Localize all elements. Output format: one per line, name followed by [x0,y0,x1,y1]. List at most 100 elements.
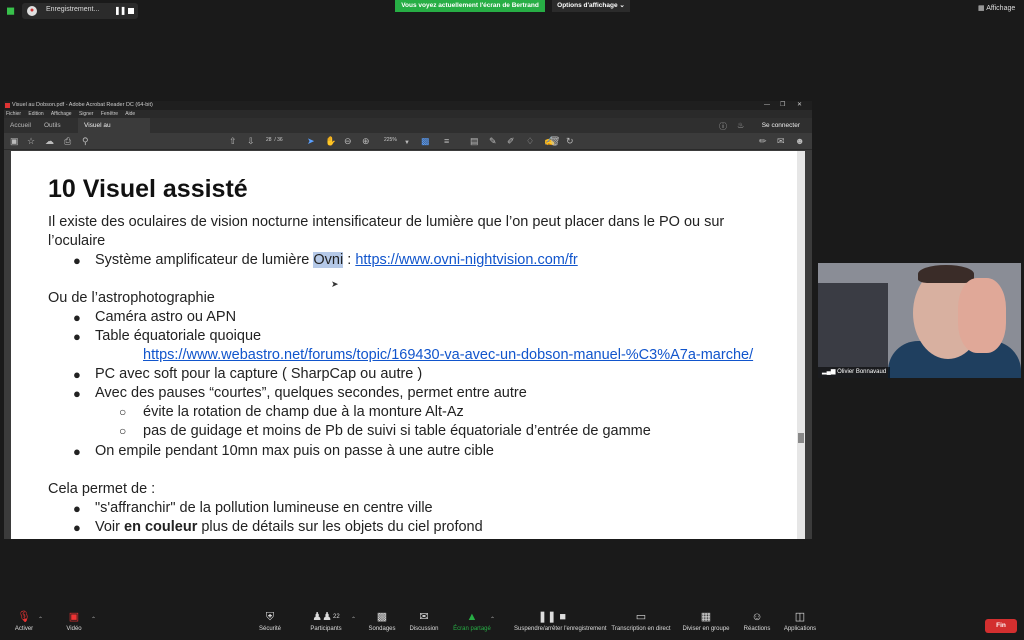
bullet-1-text: Système amplificateur de lumière [95,252,314,268]
right-panel-toggle[interactable] [805,151,812,539]
pause-stop-recording-button[interactable]: ❚❚ ■ Suspendre/arrêter l'enregistrement [514,606,607,634]
end-meeting-button[interactable]: Fin [985,619,1017,633]
menu-file[interactable]: Fichier [6,111,21,117]
print-icon[interactable]: ⎙ [64,136,71,146]
stamp-icon[interactable]: ♢ [526,136,534,146]
bullet-icon: ● [73,253,81,268]
highlighted-text: Ovni [313,252,344,268]
tab-document[interactable]: Visuel au Dobson.p... × [78,118,150,144]
zoom-in-icon[interactable]: ⊕ [362,136,370,146]
tab-tools[interactable]: Outils [38,118,67,133]
stop-recording-icon[interactable] [128,8,134,14]
view-options-button[interactable]: Options d'affichage ⌄ [552,0,630,12]
help-icon[interactable]: ⓘ [719,121,727,132]
list-item-5: Avec des pauses “courtes”, quelques seco… [95,385,527,401]
bookmark-star-icon[interactable]: ☆ [27,136,35,146]
save-icon[interactable]: ▣ [10,136,19,146]
result-heading: Cela permet de : [48,481,156,497]
security-button[interactable]: ⛨ Sécurité [240,606,300,634]
video-label: Vidéo [66,626,82,632]
trash-icon[interactable]: 🗑 [549,136,560,146]
notification-bell-icon[interactable]: ♨ [737,121,744,130]
account-icon[interactable]: ☻ [795,136,804,146]
view-button-label: Affichage [986,5,1016,12]
rotate-icon[interactable]: ↻ [566,136,574,146]
zoom-level[interactable]: 225% [384,137,397,143]
menu-window[interactable]: Fenêtre [101,111,118,117]
participants-label: Participants [310,626,342,632]
scrollbar-thumb[interactable] [798,433,804,443]
result-2-prefix: Voir [95,519,125,535]
menu-view[interactable]: Affichage [51,111,72,117]
video-chair [818,283,888,378]
result-2-bold: en couleur [124,519,198,535]
list-item-6: On empile pendant 10mn max puis on passe… [95,443,494,459]
bullet-icon: ● [73,329,81,344]
participants-count: 22 [333,614,340,620]
menu-sign[interactable]: Signer [79,111,93,117]
find-icon[interactable]: ⚲ [82,136,89,146]
list-item-2: Caméra astro ou APN [95,309,237,325]
minimize-icon[interactable]: — [764,101,770,110]
menu-help[interactable]: Aide [125,111,135,117]
share-banner: Vous voyez actuellement l'écran de Bertr… [395,0,545,12]
cc-icon: ▭ [635,611,647,623]
page-current[interactable]: 28 [266,137,272,143]
sub-bullet-icon: ○ [119,405,127,419]
page-title: 10 Visuel assisté [48,175,248,203]
sign-in-button[interactable]: Se connecter [762,118,800,133]
list-item-3: Table équatoriale quoique [95,328,262,344]
next-page-icon[interactable]: ⇩ [247,136,255,146]
bullet-icon: ● [73,367,81,382]
bullet-icon: ● [73,386,81,401]
participant-name: Olivier Bonnavaud [837,369,887,375]
window-title: Visuel au Dobson.pdf - Adobe Acrobat Rea… [12,102,153,108]
email-icon[interactable]: ✉ [777,136,785,146]
sub-bullet-icon: ○ [119,424,127,438]
live-transcript-button[interactable]: ▭ Transcription en direct [611,606,671,634]
result-item-1: "s'affranchir" de la pollution lumineuse… [95,500,433,516]
audio-options-icon[interactable]: ⌃ [38,616,43,623]
vertical-scrollbar[interactable] [797,151,805,539]
pause-recording-icon[interactable]: ❚❚ [114,6,126,15]
share-options-icon[interactable]: ⌃ [490,616,495,623]
select-cursor-icon[interactable]: ➤ [307,136,315,146]
recording-indicator: ● Enregistrement... ❚❚ [22,3,138,19]
ovni-link[interactable]: https://www.ovni-nightvision.com/fr [355,252,577,268]
participants-icon: ♟♟22 [312,611,340,623]
scroll-mode-icon[interactable]: ≡ [444,136,449,146]
comment-icon[interactable]: ▤ [470,136,479,146]
apps-button[interactable]: ◫ Applications [770,606,830,634]
astro-heading: Ou de l’astrophotographie [48,290,215,306]
close-icon[interactable]: ✕ [797,101,802,110]
draw-icon[interactable]: ✐ [507,136,515,146]
tab-bar: Accueil Outils Visuel au Dobson.p... × ⓘ… [4,118,812,144]
page-indicator[interactable]: 28 / 36 [266,137,283,143]
tab-home[interactable]: Accueil [4,118,37,133]
webastro-link[interactable]: https://www.webastro.net/forums/topic/16… [143,347,753,363]
video-options-icon[interactable]: ⌃ [91,616,96,623]
record-icon: ● [27,6,37,16]
bullet-icon: ● [73,310,81,325]
zoom-dropdown-icon[interactable]: ▼ [404,138,410,148]
hand-tool-icon[interactable]: ✋ [325,136,336,146]
transcript-label: Transcription en direct [611,626,671,632]
page-total: / 36 [274,137,283,143]
upload-icon[interactable]: ☁ [45,136,54,146]
maximize-icon[interactable]: ❐ [780,101,785,110]
view-button[interactable]: ▦ Affichage [978,4,1015,12]
prev-page-icon[interactable]: ⇧ [229,136,237,146]
left-panel-toggle[interactable] [4,151,11,539]
shield-icon[interactable]: ◼ [6,5,16,17]
apps-icon: ◫ [794,611,806,623]
menu-edit[interactable]: Edition [28,111,43,117]
participant-video[interactable]: ▂▄▆ Olivier Bonnavaud [818,263,1021,378]
participants-button[interactable]: ♟♟22 Participants [296,606,356,634]
bullet-icon: ● [73,501,81,516]
zoom-out-icon[interactable]: ⊖ [344,136,352,146]
list-item-4: PC avec soft pour la capture ( SharpCap … [95,366,423,382]
pause-stop-icon: ❚❚ ■ [537,611,567,623]
fit-page-icon[interactable]: ▩ [421,136,430,146]
fill-sign-icon[interactable]: ✏ [759,136,767,146]
highlight-pen-icon[interactable]: ✎ [489,136,497,146]
